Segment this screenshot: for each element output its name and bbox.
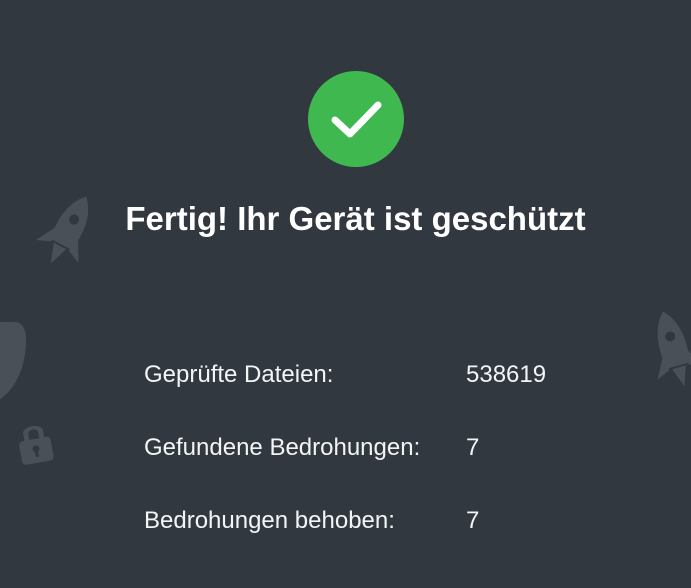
- stat-value: 7: [466, 434, 480, 461]
- stat-value: 538619: [466, 361, 547, 388]
- lock-icon: [19, 425, 54, 465]
- checkmark-icon: [331, 101, 382, 138]
- shield-icon: [0, 322, 26, 400]
- stat-label: Bedrohungen behoben:: [144, 507, 395, 534]
- stat-label: Geprüfte Dateien:: [144, 361, 334, 388]
- result-title: Fertig! Ihr Gerät ist geschützt: [125, 200, 586, 237]
- stat-value: 7: [466, 507, 480, 534]
- rocket-icon: [657, 311, 691, 387]
- success-check-badge: [308, 71, 404, 167]
- stat-label: Gefundene Bedrohungen:: [144, 434, 421, 461]
